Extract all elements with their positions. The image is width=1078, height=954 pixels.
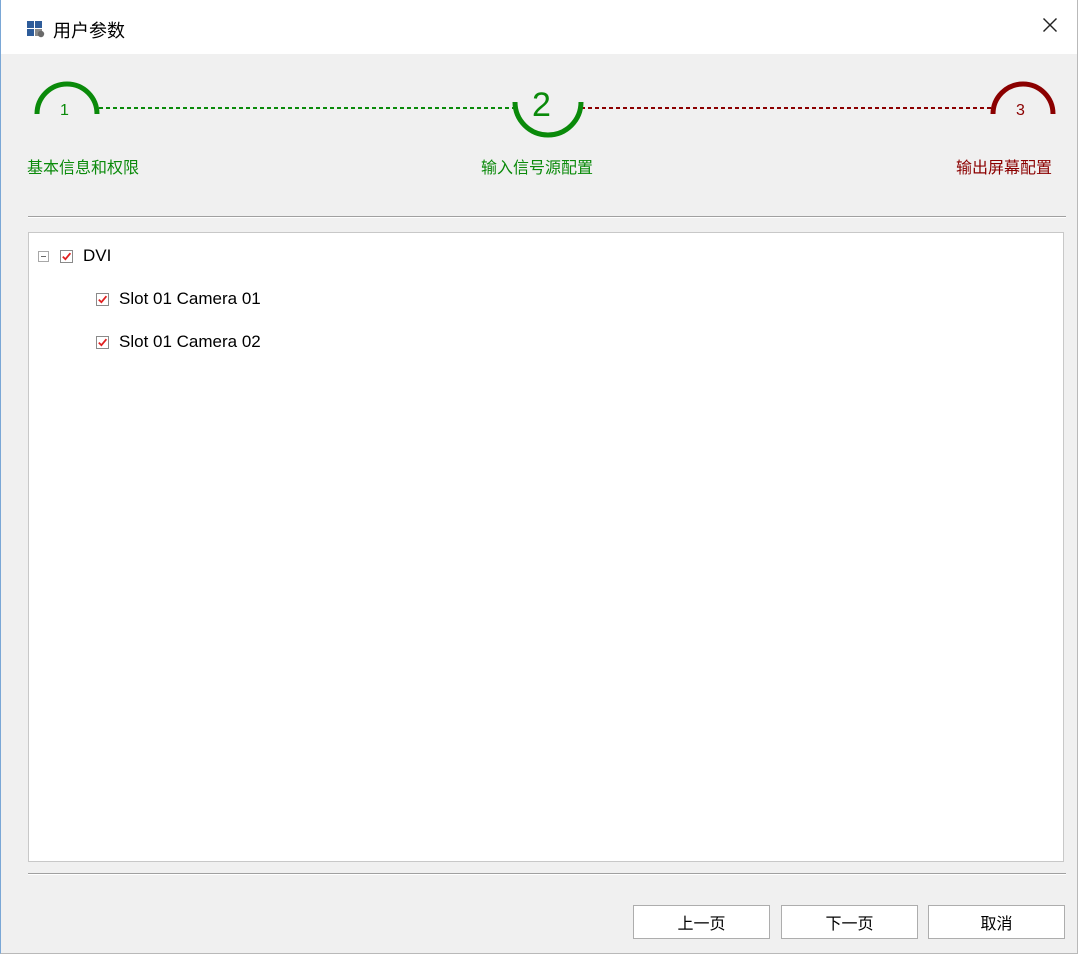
step-2-number: 2: [532, 86, 551, 124]
camera-01-checkbox[interactable]: [96, 292, 109, 306]
checkmark-icon: [98, 338, 108, 347]
checkmark-icon: [98, 295, 108, 304]
tree-node-label: Slot 01 Camera 02: [119, 332, 261, 351]
app-grid-icon: [27, 20, 45, 38]
step-3-label: 输出屏幕配置: [956, 158, 1053, 177]
next-page-button[interactable]: 下一页: [781, 905, 918, 939]
wizard-steps: 1 2 3 基本信息和权限 输入信号源配置 输出屏幕配置: [1, 54, 1077, 204]
tree-node-dvi[interactable]: DVI: [38, 244, 111, 268]
checkmark-icon: [62, 252, 72, 261]
dvi-checkbox[interactable]: [60, 249, 73, 263]
tree-node-camera-01[interactable]: Slot 01 Camera 01: [96, 287, 261, 311]
window-title: 用户参数: [53, 21, 125, 42]
tree-node-label: Slot 01 Camera 01: [119, 289, 261, 308]
user-params-dialog: 用户参数 1 2 3 基本信息和权限 输入信号源配置 输出屏幕配置 DVI Sl…: [0, 0, 1078, 954]
input-source-tree[interactable]: DVI Slot 01 Camera 01 Slot 01 Camera 02: [28, 232, 1064, 862]
camera-02-checkbox[interactable]: [96, 335, 109, 349]
top-separator: [28, 216, 1066, 218]
bottom-separator: [28, 873, 1066, 875]
cancel-button[interactable]: 取消: [928, 905, 1065, 939]
step-3-number: 3: [1016, 102, 1025, 119]
tree-node-camera-02[interactable]: Slot 01 Camera 02: [96, 330, 261, 354]
title-bar: 用户参数: [1, 0, 1077, 54]
prev-page-button[interactable]: 上一页: [633, 905, 770, 939]
tree-node-label: DVI: [83, 246, 112, 265]
step-2-label: 输入信号源配置: [481, 158, 594, 177]
step-1-label: 基本信息和权限: [27, 158, 140, 177]
step-1-number: 1: [60, 102, 69, 119]
close-icon: [1042, 17, 1058, 37]
collapse-toggle-icon[interactable]: [38, 250, 49, 262]
close-button[interactable]: [1023, 0, 1077, 54]
step-connector-graphics: [34, 81, 1056, 138]
